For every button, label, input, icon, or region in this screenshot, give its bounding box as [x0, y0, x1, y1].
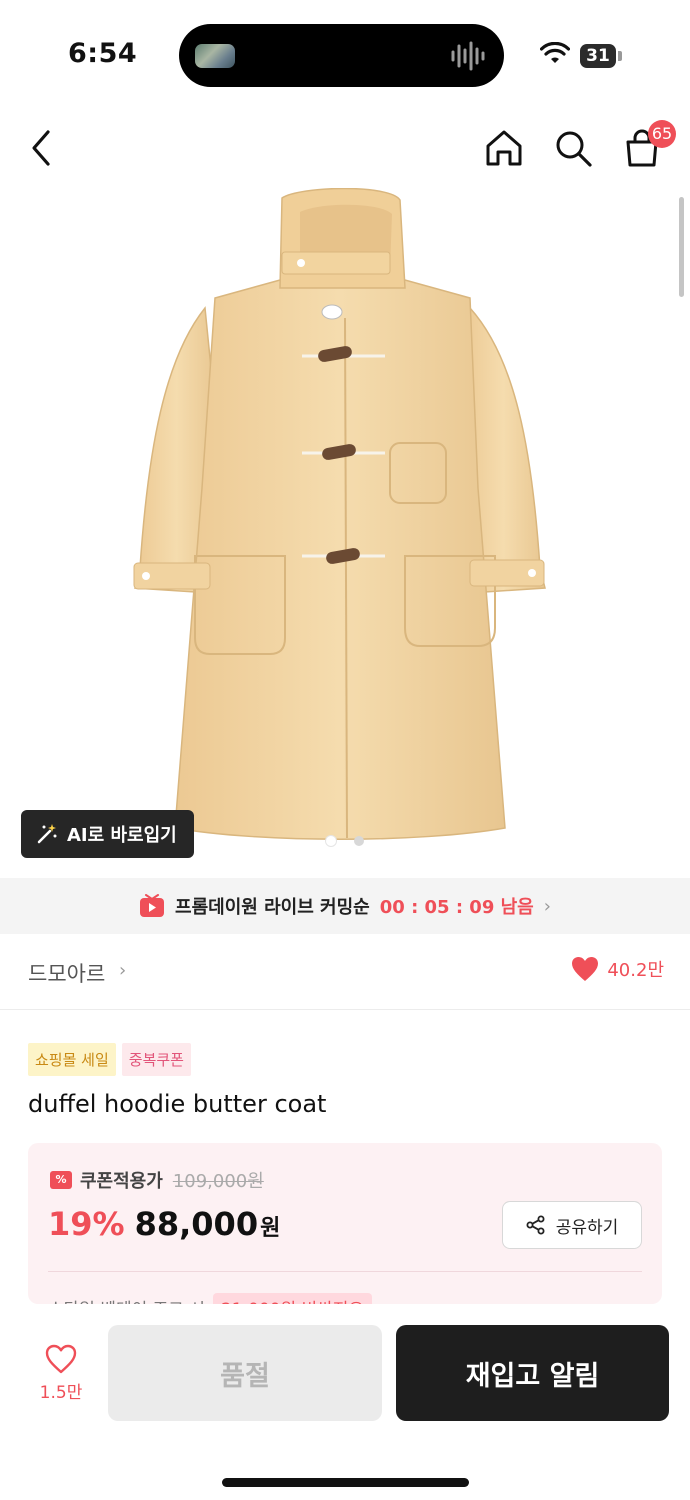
live-tv-icon: [140, 894, 165, 917]
price-box: % 쿠폰적용가 109,000원 19% 88,000 원 공유하기 스타일 벤…: [28, 1143, 662, 1304]
gallery-dot-1[interactable]: [326, 836, 336, 846]
tag-double-coupon: 중복쿠폰: [121, 1043, 191, 1076]
final-price: 88,000: [134, 1205, 259, 1243]
share-button[interactable]: 공유하기: [502, 1201, 642, 1249]
price-hint-row: 스타일 벤데이 조그 시 21,000원 비싸지요: [48, 1293, 373, 1304]
duffel-coat-image: [133, 187, 546, 840]
discount-rate: 19%: [48, 1205, 125, 1243]
brand-row: 드모아르 › 40.2만: [0, 934, 690, 1010]
now-playing-thumbnail: [195, 44, 235, 68]
status-bar: 6:54 31: [0, 0, 690, 110]
gallery-dot-2[interactable]: [354, 836, 364, 846]
home-indicator[interactable]: [222, 1478, 469, 1487]
chevron-right-icon: ›: [543, 895, 551, 917]
coupon-price-row: % 쿠폰적용가 109,000원: [50, 1167, 264, 1193]
battery-icon: 31: [580, 44, 616, 68]
audio-wave-icon: [451, 41, 485, 71]
status-time: 6:54: [68, 38, 138, 69]
search-icon[interactable]: [553, 128, 593, 168]
live-countdown: 00 : 05 : 09 남음: [379, 897, 534, 918]
coupon-icon: %: [50, 1171, 72, 1189]
live-banner-text: 프롬데이원 라이브 커밍순: [175, 897, 370, 918]
share-label: 공유하기: [555, 1217, 619, 1238]
cart-count-badge: 65: [648, 120, 676, 148]
wishlist-button[interactable]: 1.5만: [28, 1344, 94, 1414]
currency-unit: 원: [260, 1216, 281, 1241]
brand-name[interactable]: 드모아르: [28, 958, 105, 988]
live-banner[interactable]: 프롬데이원 라이브 커밍순 00 : 05 : 09 남음 ›: [0, 878, 690, 934]
product-image-gallery[interactable]: [0, 187, 690, 878]
price-hint-text: 스타일 벤데이 조그 시: [48, 1295, 205, 1304]
sold-out-button: 품절: [108, 1325, 382, 1421]
heart-outline-icon: [45, 1344, 77, 1374]
ai-try-on-button[interactable]: AI로 바로입기: [21, 810, 194, 858]
share-icon: [526, 1215, 545, 1235]
brand-like-count: 40.2만: [607, 960, 664, 981]
price-row: 19% 88,000 원: [48, 1205, 280, 1243]
brand-like[interactable]: 40.2만: [571, 956, 664, 982]
product-tags: 쇼핑몰 세일 중복쿠폰: [28, 1043, 191, 1076]
chevron-right-icon[interactable]: ›: [119, 960, 126, 981]
original-price: 109,000원: [172, 1171, 264, 1192]
product-title: duffel hoodie butter coat: [28, 1090, 327, 1118]
nav-bar: 65: [0, 110, 690, 188]
tag-mall-sale: 쇼핑몰 세일: [28, 1043, 116, 1076]
price-divider: [48, 1271, 642, 1272]
battery-cap: [618, 51, 622, 61]
home-icon[interactable]: [484, 128, 524, 168]
dynamic-island[interactable]: [179, 24, 504, 87]
gallery-pagination: [0, 836, 690, 846]
back-arrow-icon[interactable]: [26, 128, 56, 168]
coupon-price-label: 쿠폰적용가: [80, 1171, 163, 1192]
scroll-indicator[interactable]: [679, 197, 684, 297]
price-hint-pill: 21,000원 비싸지요: [212, 1293, 373, 1304]
heart-filled-icon: [572, 957, 599, 981]
restock-alert-button[interactable]: 재입고 알림: [396, 1325, 669, 1421]
bottom-action-bar: 1.5만 품절 재입고 알림: [0, 1304, 690, 1500]
wifi-icon: [540, 42, 570, 63]
wishlist-count: 1.5만: [39, 1383, 83, 1403]
